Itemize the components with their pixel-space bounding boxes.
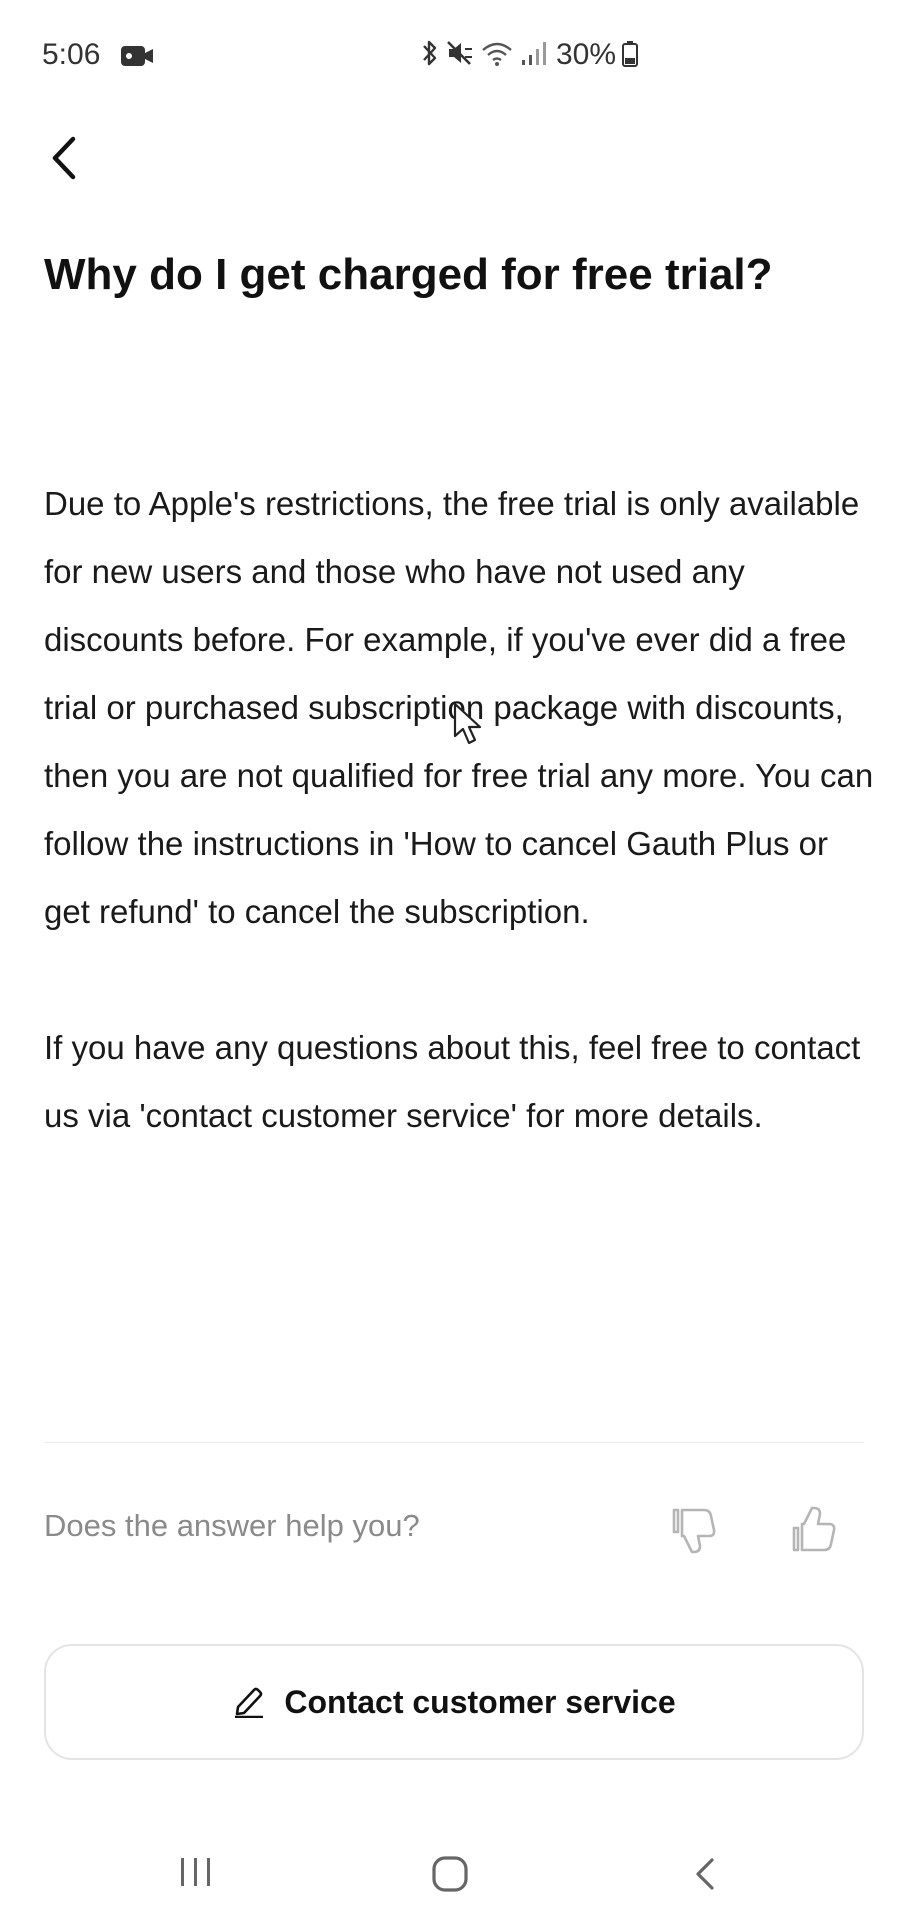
answer-paragraph: Due to Apple's restrictions, the free tr… — [44, 485, 874, 930]
divider — [44, 1442, 864, 1443]
answer-paragraph: If you have any questions about this, fe… — [44, 1029, 861, 1134]
navigation-bar — [0, 1820, 908, 1920]
status-time: 5:06 — [42, 38, 101, 71]
contact-customer-service-button[interactable]: Contact customer service — [44, 1644, 864, 1760]
contact-button-label: Contact customer service — [284, 1683, 676, 1720]
feedback-row: Does the answer help you? — [44, 1500, 864, 1560]
bluetooth-icon — [420, 38, 440, 73]
status-bar: 5:06 30% — [0, 0, 908, 110]
back-arrow-icon — [49, 135, 79, 186]
wifi-icon — [480, 38, 514, 73]
page-title: Why do I get charged for free trial? — [44, 250, 773, 299]
recent-apps-icon[interactable] — [166, 1850, 226, 1896]
edit-pencil-icon — [232, 1682, 266, 1723]
status-icons: 30% — [420, 38, 639, 73]
feedback-question: Does the answer help you? — [44, 1508, 420, 1543]
battery-percentage: 30% — [556, 38, 617, 71]
answer-body: Due to Apple's restrictions, the free tr… — [44, 470, 874, 1218]
back-button[interactable] — [40, 130, 88, 190]
thumbs-down-icon[interactable] — [664, 1500, 724, 1560]
mute-icon — [446, 38, 474, 73]
video-camera-icon — [120, 44, 156, 68]
battery-icon — [622, 38, 639, 73]
signal-icon — [520, 38, 550, 73]
back-icon[interactable] — [684, 1848, 724, 1900]
home-icon[interactable] — [424, 1848, 476, 1900]
thumbs-up-icon[interactable] — [784, 1500, 844, 1560]
